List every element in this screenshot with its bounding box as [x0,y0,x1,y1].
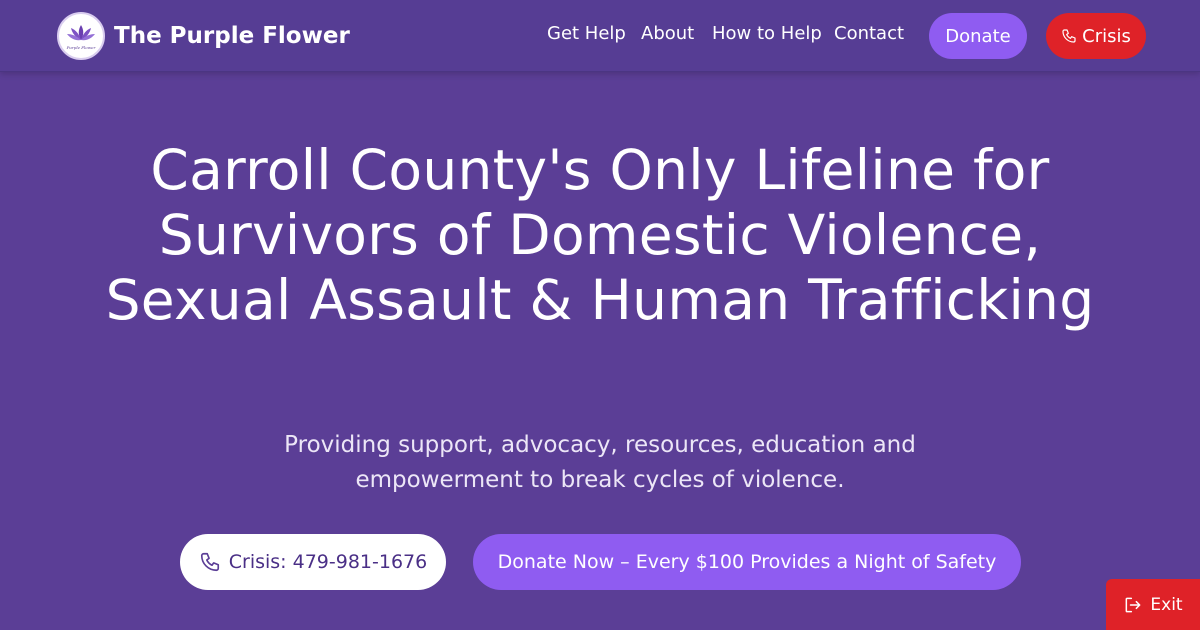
flower-icon [67,24,95,40]
crisis-button[interactable]: Crisis [1046,13,1146,59]
crisis-call-button[interactable]: Crisis: 479-981-1676 [180,534,446,590]
phone-icon [1062,29,1076,43]
brand-name[interactable]: The Purple Flower [114,23,350,49]
hero-headline: Carroll County's Only Lifeline for Survi… [105,138,1095,332]
donate-button[interactable]: Donate [929,13,1027,59]
logo-text: Purple Flower [66,44,96,50]
brand[interactable]: Purple Flower The Purple Flower [57,12,350,60]
exit-icon [1125,597,1141,612]
nav-about[interactable]: About [641,23,694,44]
crisis-button-label: Crisis [1082,25,1131,47]
crisis-call-label: Crisis: 479-981-1676 [228,551,428,573]
nav-get-help[interactable]: Get Help [547,23,626,44]
exit-label: Exit [1150,594,1183,615]
hero-subhead: Providing support, advocacy, resources, … [284,432,916,493]
donate-button-label: Donate [945,25,1011,47]
nav-how-to-help[interactable]: How to Help [712,23,822,44]
purple-flower-logo[interactable]: Purple Flower [57,12,105,60]
nav-contact[interactable]: Contact [834,23,904,44]
site-header: Purple Flower The Purple Flower Get Help… [0,0,1200,72]
phone-icon [200,552,219,572]
donate-now-label: Donate Now – Every $100 Provides a Night… [497,551,997,573]
donate-now-button[interactable]: Donate Now – Every $100 Provides a Night… [473,534,1021,590]
quick-exit-button[interactable]: Exit [1106,579,1200,630]
